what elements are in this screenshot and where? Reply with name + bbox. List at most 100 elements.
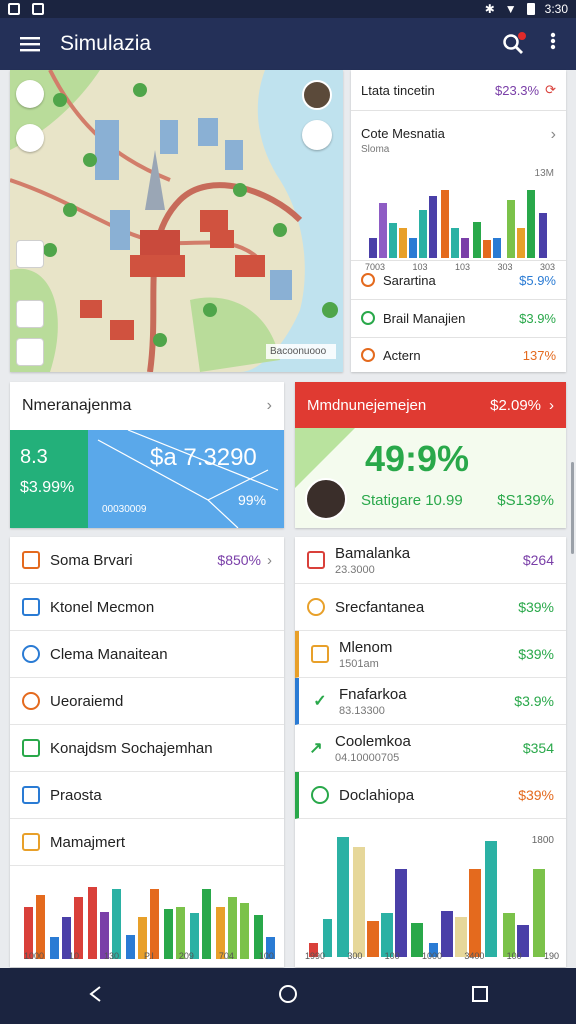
back-button[interactable] bbox=[86, 984, 106, 1009]
recents-button[interactable] bbox=[470, 984, 490, 1009]
banner-left-big-value: $a 7.3290 bbox=[150, 444, 257, 471]
back-icon bbox=[89, 985, 101, 1002]
map-card[interactable]: Bacoonuooo bbox=[10, 70, 343, 372]
list-item[interactable]: ✓ Fnafarkoa 83.13300 $3.9% bbox=[295, 678, 566, 725]
list-item[interactable]: Doclahiopa $39% bbox=[295, 772, 566, 819]
record-icon bbox=[361, 348, 375, 362]
search-button[interactable] bbox=[502, 32, 526, 55]
bluetooth-icon: ✱ bbox=[484, 2, 495, 16]
list-item[interactable]: Ktonel Mecmon bbox=[10, 584, 284, 631]
summary-header[interactable]: Ltata tincetin $23.3% ⟳ bbox=[351, 70, 566, 110]
list-item[interactable]: Srecfantanea $39% bbox=[295, 584, 566, 631]
list-item-sub: 04.10000705 bbox=[335, 751, 400, 764]
banner-right-label: Statigare 10.99 bbox=[361, 492, 463, 509]
map-tag-icon[interactable] bbox=[16, 240, 44, 268]
map-legend: Bacoonuooo bbox=[266, 344, 336, 359]
list-item[interactable]: Ueoraiemd bbox=[10, 678, 284, 725]
banner-right-title-value: $2.09% bbox=[490, 396, 541, 414]
banner-right-title: Mmdnunejemejen bbox=[307, 396, 427, 414]
home-button[interactable] bbox=[278, 984, 298, 1009]
list-item[interactable]: ↗ Coolemkoa 04.10000705 $354 bbox=[295, 725, 566, 772]
notification-icon bbox=[8, 3, 20, 15]
summary-row[interactable]: Actern 137% bbox=[351, 338, 566, 372]
banner-left-header[interactable]: Nmeranajenma › bbox=[10, 382, 284, 430]
overflow-menu-button[interactable] bbox=[550, 32, 556, 56]
list-item-label: Doclahiopa bbox=[339, 786, 415, 804]
clock-icon bbox=[307, 598, 325, 616]
summary-row[interactable]: Sarartina $5.9% bbox=[351, 262, 566, 298]
list-item-value: $39% bbox=[518, 599, 554, 615]
city-map[interactable] bbox=[10, 70, 343, 372]
chat-icon bbox=[311, 645, 329, 663]
list-right: Bamalanka 23.3000 $264 Srecfantanea $39% … bbox=[295, 537, 566, 967]
map-route-icon[interactable] bbox=[16, 300, 44, 328]
map-avatar[interactable] bbox=[302, 80, 332, 110]
list-item[interactable]: Mamajmert bbox=[10, 819, 284, 866]
download-icon bbox=[32, 3, 44, 15]
list-item[interactable]: Praosta bbox=[10, 772, 284, 819]
tick-label: 3400 bbox=[464, 951, 485, 961]
summary-row-value: $5.9% bbox=[519, 272, 556, 288]
banner-left-code: 00030009 bbox=[102, 504, 147, 515]
list-item-value: $39% bbox=[518, 646, 554, 662]
tick-label: 100 bbox=[384, 951, 400, 961]
banner-left-title: Nmeranajenma bbox=[22, 397, 132, 414]
tick-label: 100 bbox=[258, 951, 274, 961]
tick-label: 100 bbox=[506, 951, 522, 961]
list-right-bar-chart bbox=[309, 837, 545, 957]
map-flag-icon[interactable] bbox=[16, 338, 44, 366]
list-item[interactable]: Bamalanka 23.3000 $264 bbox=[295, 537, 566, 584]
banner-right-body: 49:9% Statigare 10.99 $S139% bbox=[295, 428, 566, 528]
tick-label: P.I bbox=[144, 951, 154, 961]
banner-right-big-value: 49:9% bbox=[365, 438, 470, 479]
check-icon: ✓ bbox=[313, 693, 327, 710]
banner-left-accent: 8.3 $3.99% bbox=[10, 430, 88, 528]
hamburger-icon bbox=[20, 37, 40, 52]
metric-banner-right[interactable]: Mmdnunejemejen $2.09% › 49:9% Statigare … bbox=[295, 382, 566, 528]
refresh-icon[interactable]: ⟳ bbox=[545, 82, 556, 98]
banner-right-header[interactable]: Mmdnunejemejen $2.09% › bbox=[295, 382, 566, 428]
home-icon bbox=[279, 984, 297, 1003]
tick-label: 1000 bbox=[24, 951, 45, 961]
summary-row-icon bbox=[361, 273, 375, 287]
calendar-icon bbox=[22, 598, 40, 616]
list-item-label: Praosta bbox=[50, 786, 102, 804]
list-item[interactable]: Mlenom 1501am $39% bbox=[295, 631, 566, 678]
scrollbar[interactable] bbox=[571, 462, 574, 554]
chevron-right-icon: › bbox=[267, 551, 272, 569]
map-share-button[interactable] bbox=[302, 120, 332, 150]
calendar-icon bbox=[307, 551, 325, 569]
list-item[interactable]: Clema Manaitean bbox=[10, 631, 284, 678]
list-item-value: $39% bbox=[518, 787, 554, 803]
notification-dot bbox=[518, 32, 526, 40]
map-compass-button[interactable] bbox=[16, 80, 44, 108]
list-item-value: $850% bbox=[217, 552, 261, 568]
status-bar: ✱ ▼ 3:30 bbox=[0, 0, 576, 18]
list-item-label: Clema Manaitean bbox=[50, 645, 168, 663]
list-item-label: Coolemkoa bbox=[335, 732, 411, 750]
tick-label: 704 bbox=[218, 951, 234, 961]
tick-label: 209 bbox=[178, 951, 194, 961]
list-right-chart-axis: 1990 300 100 1000 3400 100 190 bbox=[305, 951, 559, 961]
tick-label: 1000 bbox=[421, 951, 443, 961]
banner-left-main-value: $3.99% bbox=[20, 479, 75, 496]
status-time: 3:30 bbox=[544, 2, 568, 16]
item-icon bbox=[22, 551, 40, 569]
summary-row[interactable]: Brail Manajien $3.9% bbox=[351, 300, 566, 336]
banner-right-value: $S139% bbox=[497, 492, 554, 509]
map-layer-button[interactable] bbox=[16, 124, 44, 152]
list-item-value: $264 bbox=[522, 552, 554, 568]
task-icon bbox=[22, 739, 40, 757]
list-item[interactable]: Soma Brvari $850% › bbox=[10, 537, 284, 584]
document-icon bbox=[22, 786, 40, 804]
chevron-right-icon: › bbox=[266, 397, 272, 414]
metric-banner-left[interactable]: Nmeranajenma › 8.3 $3.99% $a 7.3290 99% … bbox=[10, 382, 284, 528]
list-item-label: Soma Brvari bbox=[50, 551, 133, 569]
list-item-sub: 83.13300 bbox=[339, 704, 385, 717]
chevron-right-icon: › bbox=[549, 396, 554, 414]
list-item-label: Fnafarkoa bbox=[339, 685, 407, 703]
list-item[interactable]: Konajdsm Sochajemhan bbox=[10, 725, 284, 772]
trend-icon: ↗ bbox=[309, 740, 323, 757]
menu-button[interactable] bbox=[0, 36, 60, 52]
target-icon bbox=[22, 692, 40, 710]
